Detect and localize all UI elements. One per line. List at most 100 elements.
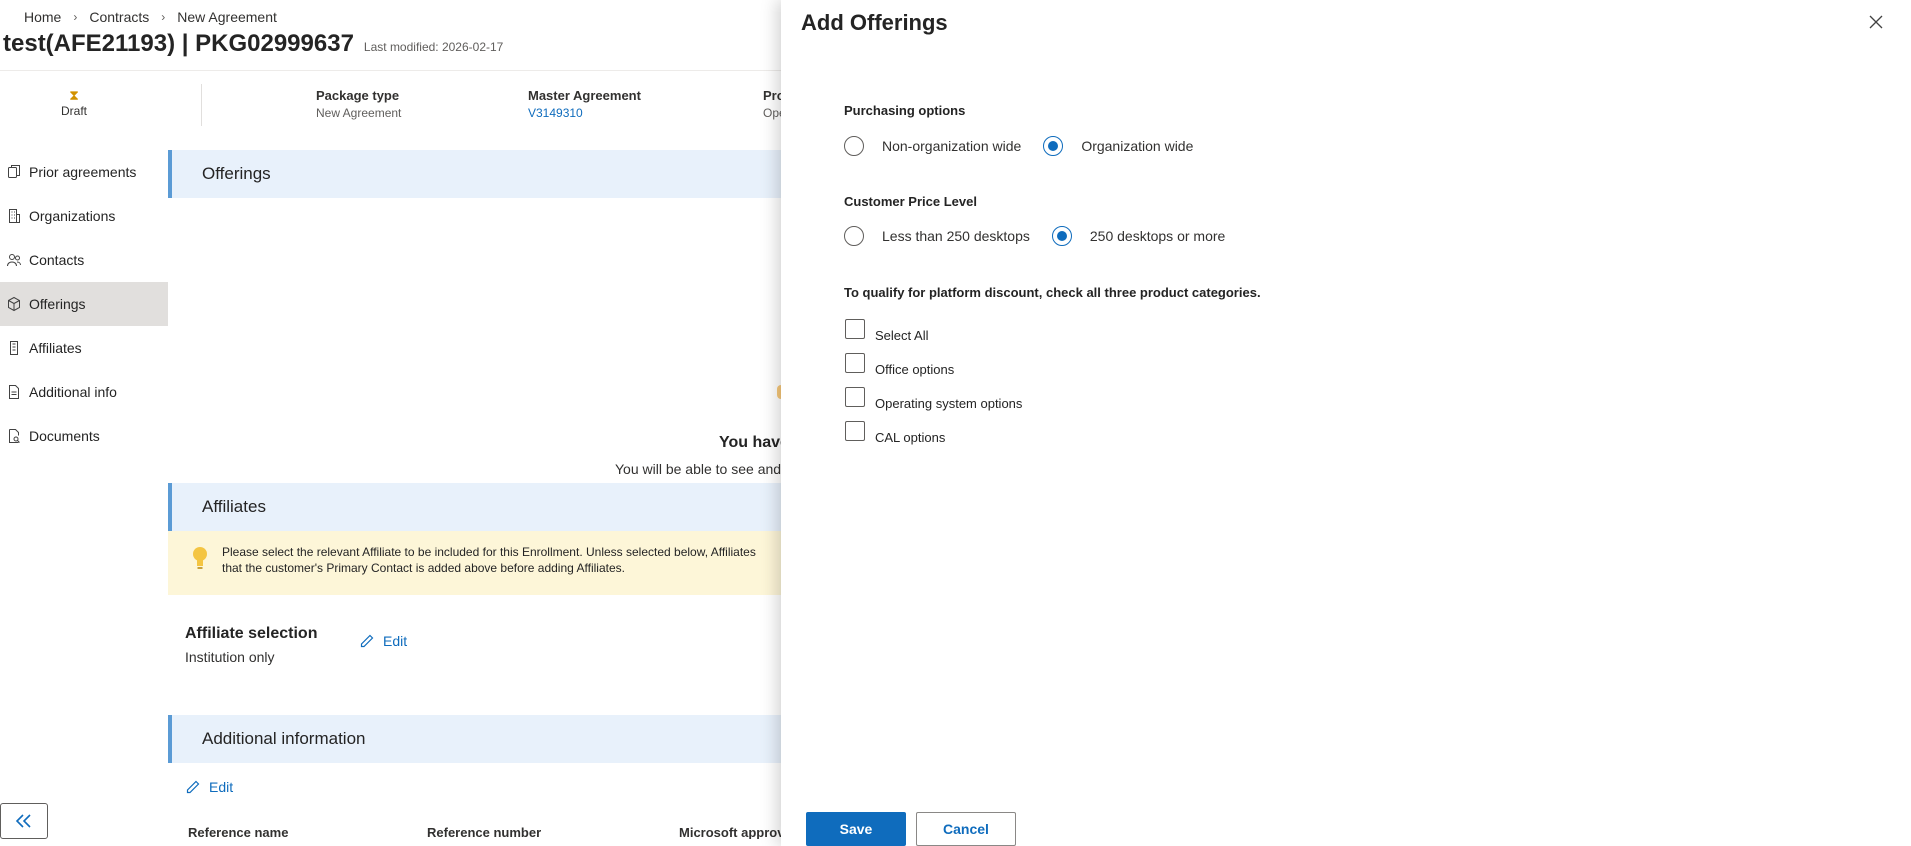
radio-label: Less than 250 desktops — [882, 228, 1030, 244]
cancel-button[interactable]: Cancel — [916, 812, 1016, 846]
package-type-label: Package type — [316, 88, 400, 103]
page-header: test(AFE21193) | PKG02999637 Last modifi… — [3, 30, 503, 58]
checkbox[interactable] — [845, 353, 865, 373]
purchasing-options-group: Non-organization wide Organization wide — [844, 136, 1193, 156]
checkbox[interactable] — [845, 387, 865, 407]
checkbox-cal-options[interactable]: CAL options — [845, 421, 945, 445]
offerings-empty-state: You have You will be able to see and — [168, 198, 800, 483]
purchasing-option-org-wide[interactable]: Organization wide — [1043, 136, 1193, 156]
close-icon — [1869, 15, 1883, 29]
sidebar-item-offerings[interactable]: Offerings — [0, 282, 168, 326]
notice-line: that the customer's Primary Contact is a… — [222, 561, 625, 575]
checkbox[interactable] — [845, 421, 865, 441]
document-copy-icon — [8, 165, 20, 178]
sidebar-item-label: Prior agreements — [29, 164, 137, 180]
affiliate-selection-label: Affiliate selection — [185, 625, 318, 642]
sidebar-item-label: Affiliates — [29, 340, 82, 356]
column-header: Reference name — [188, 825, 289, 839]
page-title: test(AFE21193) | PKG02999637 — [3, 30, 354, 57]
affiliate-selection: Affiliate selection Institution only Edi… — [168, 595, 800, 715]
sidebar-item-label: Organizations — [29, 208, 116, 224]
double-chevron-left-icon — [15, 814, 31, 828]
master-agreement-link[interactable]: V3149310 — [528, 106, 641, 120]
add-offerings-panel: Add Offerings Purchasing options Non-org… — [781, 0, 1911, 846]
pencil-icon — [186, 780, 200, 794]
breadcrumb-contracts[interactable]: Contracts — [89, 9, 149, 25]
radio-button[interactable] — [1051, 226, 1072, 246]
sidebar-item-contacts[interactable]: Contacts — [0, 238, 168, 282]
status-badge: ⧗ Draft — [58, 88, 90, 118]
sidebar-item-documents[interactable]: Documents — [0, 414, 168, 458]
sidebar-item-affiliates[interactable]: Affiliates — [0, 326, 168, 370]
column-header: Microsoft approv — [679, 825, 785, 839]
summary-bar: ⧗ Draft Package type New Agreement Maste… — [0, 80, 790, 130]
empty-state-title: You have — [719, 434, 789, 451]
price-level-label: Customer Price Level — [844, 194, 977, 209]
collapse-nav-button[interactable] — [0, 803, 48, 839]
checkbox-label: CAL options — [875, 430, 946, 445]
status-label: Draft — [60, 104, 87, 118]
radio-label: 250 desktops or more — [1089, 228, 1226, 244]
hourglass-icon: ⧗ — [69, 87, 79, 103]
affiliates-notice: Please select the relevant Affiliate to … — [168, 531, 800, 595]
panel-title: Add Offerings — [801, 10, 948, 35]
breadcrumb-home[interactable]: Home — [24, 9, 61, 25]
radio-label: Organization wide — [1081, 138, 1194, 154]
sidebar-item-additional-info[interactable]: Additional info — [0, 370, 168, 414]
pencil-icon — [360, 634, 374, 648]
save-button[interactable]: Save — [806, 812, 906, 846]
price-level-group: Less than 250 desktops 250 desktops or m… — [844, 226, 1225, 246]
additional-info-edit-row: Edit — [168, 763, 800, 819]
chevron-right-icon: › — [161, 10, 166, 24]
affiliate-selection-value: Institution only — [185, 649, 275, 665]
sidebar-item-label: Contacts — [29, 252, 85, 268]
sidebar-item-organizations[interactable]: Organizations — [0, 194, 168, 238]
sidebar-item-prior-agreements[interactable]: Prior agreements — [0, 150, 168, 194]
checkbox-select-all[interactable]: Select All — [845, 319, 928, 343]
notice-line: Please select the relevant Affiliate to … — [222, 545, 756, 559]
package-type: Package type New Agreement — [316, 88, 401, 120]
checkbox-label: Select All — [875, 328, 929, 343]
panel-footer: Save Cancel — [806, 812, 1016, 846]
breadcrumb-current: New Agreement — [177, 9, 277, 25]
additional-info-edit-link[interactable]: Edit — [185, 779, 233, 795]
checkbox[interactable] — [845, 319, 865, 339]
empty-state-subtitle: You will be able to see and — [615, 461, 782, 477]
side-navigation: Prior agreements Organizations Contacts … — [0, 150, 168, 458]
additional-info-columns: Reference name Reference number Microsof… — [168, 819, 800, 839]
radio-button[interactable] — [844, 226, 864, 246]
building-small-icon — [10, 341, 18, 355]
people-icon — [7, 254, 21, 267]
radio-button[interactable] — [844, 136, 864, 156]
purchasing-option-non-org[interactable]: Non-organization wide — [844, 136, 1021, 156]
document-icon — [9, 385, 19, 399]
last-modified: Last modified: 2026-02-17 — [363, 40, 504, 54]
edit-label: Edit — [209, 779, 234, 795]
breadcrumb: Home › Contracts › New Agreement — [24, 9, 277, 25]
price-level-less-250[interactable]: Less than 250 desktops — [844, 226, 1030, 246]
affiliates-notice-text: Please select the relevant Affiliate to … — [222, 544, 756, 576]
checkbox-office-options[interactable]: Office options — [845, 353, 954, 377]
box-icon — [8, 296, 20, 312]
checkbox-label: Office options — [875, 362, 955, 377]
document-search-icon — [9, 429, 20, 443]
sidebar-item-label: Documents — [29, 428, 100, 444]
discount-note: To qualify for platform discount, check … — [844, 285, 1261, 300]
checkbox-label: Operating system options — [875, 396, 1023, 411]
sidebar-item-label: Additional info — [29, 384, 117, 400]
checkbox-os-options[interactable]: Operating system options — [845, 387, 1022, 411]
additional-info-section-header: Additional information — [168, 715, 800, 763]
column-header: Reference number — [427, 825, 542, 839]
sidebar-item-label: Offerings — [29, 296, 86, 312]
price-level-250-plus[interactable]: 250 desktops or more — [1051, 226, 1226, 246]
radio-button[interactable] — [1043, 136, 1064, 156]
building-icon — [9, 209, 20, 223]
summary-divider — [201, 84, 202, 126]
affiliate-edit-link[interactable]: Edit — [359, 633, 407, 649]
main-content: Offerings You have You will be able to s… — [168, 150, 800, 839]
radio-label: Non-organization wide — [882, 138, 1022, 154]
affiliates-section-header: Affiliates — [168, 483, 800, 531]
close-button[interactable] — [1866, 12, 1886, 32]
chevron-right-icon: › — [73, 10, 78, 24]
master-agreement-label: Master Agreement — [528, 88, 641, 103]
